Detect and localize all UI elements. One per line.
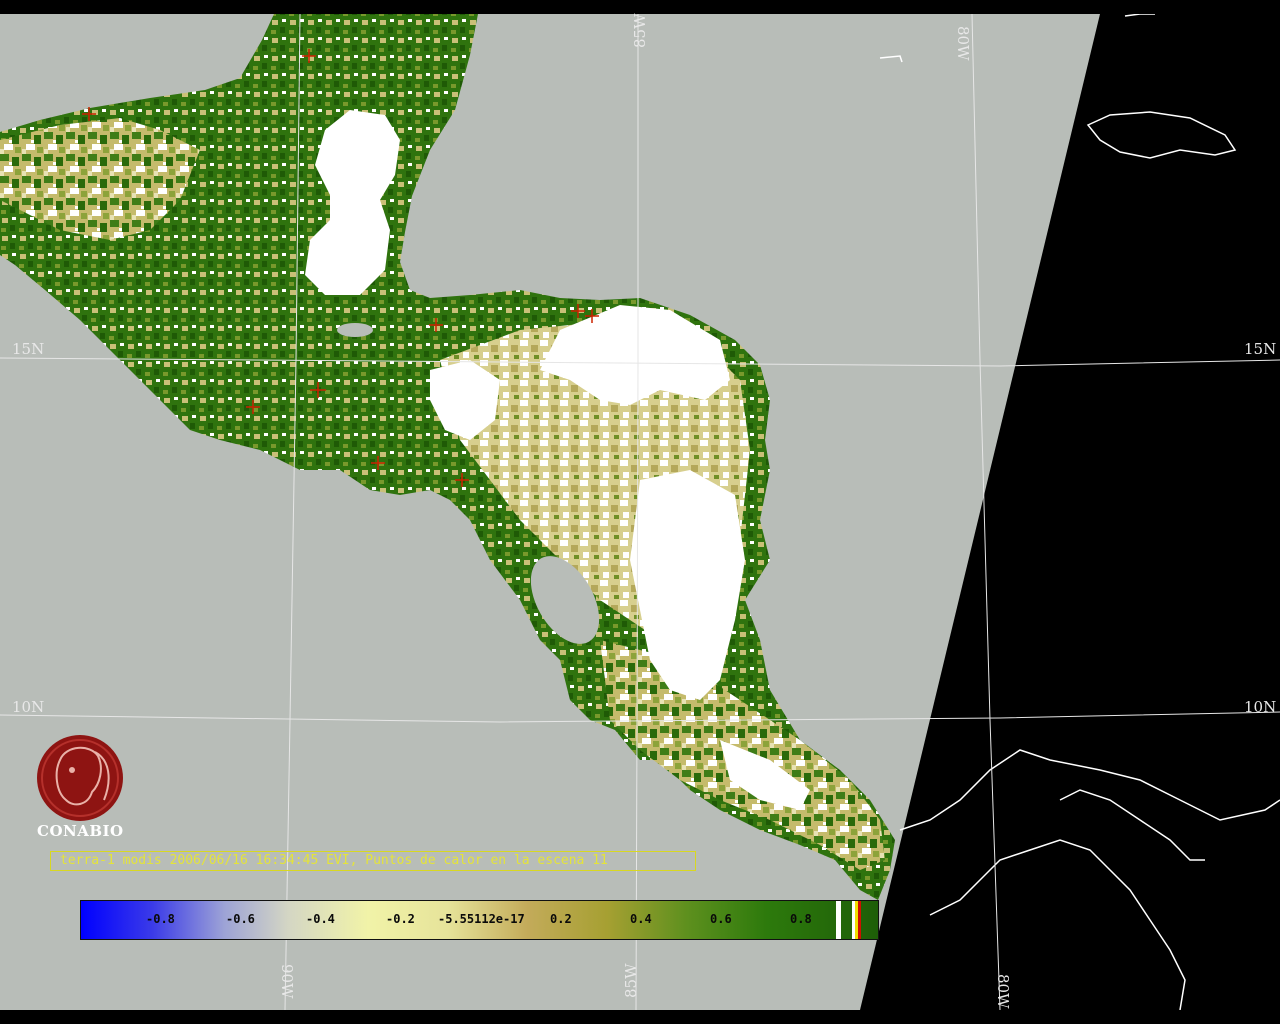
label-85w-top: 85W [631,13,649,48]
scene-caption: terra-1 modis 2006/06/16 16:34:45 EVI, P… [50,851,696,871]
label-10n-left: 10N [12,698,44,716]
bottom-black-bar [0,1010,1280,1024]
colorbar-red-stripe [858,901,861,939]
label-80w-bottom: 80W [994,974,1012,1009]
colorbar-white-stripe [836,901,841,939]
colorbar-tick: 0.2 [550,912,572,926]
label-80w-top: 80W [954,26,972,61]
colorbar-tick: 0.8 [790,912,812,926]
top-black-bar [0,0,1280,14]
lake-izabal [337,323,373,337]
colorbar-tick: -5.55112e-17 [438,912,525,926]
label-85w-bottom: 85W [622,963,640,998]
colorbar-tick: -0.4 [306,912,335,926]
conabio-logo-text: CONABIO [37,822,124,840]
colorbar-tick: -0.6 [226,912,255,926]
colorbar-tick: -0.2 [386,912,415,926]
label-90w-bottom: 90W [278,964,296,999]
colorbar-tick: 0.6 [710,912,732,926]
conabio-logo-icon [37,735,123,821]
label-15n-right: 15N [1244,340,1276,358]
colorbar-tick: -0.8 [146,912,175,926]
colorbar-tick: 0.4 [630,912,652,926]
label-15n-left: 15N [12,340,44,358]
label-10n-right: 10N [1244,698,1276,716]
